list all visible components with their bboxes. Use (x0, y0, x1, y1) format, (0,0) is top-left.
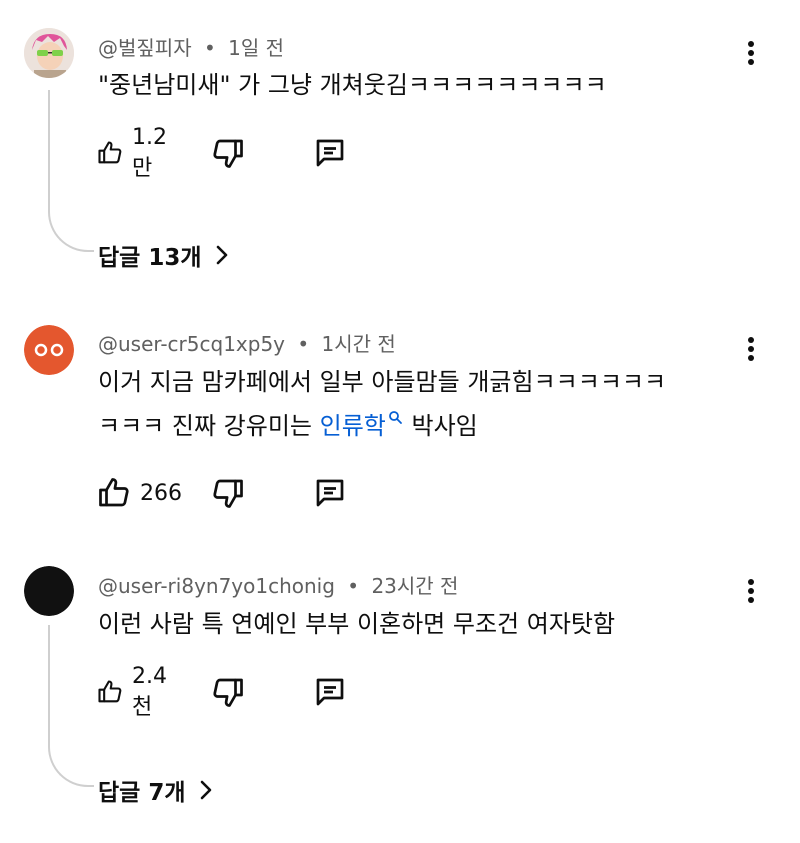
avatar[interactable] (24, 28, 74, 78)
comment-text-line-1: 이거 지금 맘카페에서 일부 아들맘들 개긁힘ㅋㅋㅋㅋㅋㅋ (98, 368, 667, 396)
replies-label: 답글 7개 (98, 780, 186, 806)
more-options-button[interactable] (738, 334, 764, 364)
reply-icon (316, 678, 344, 706)
like-button[interactable]: 2.4천 (96, 664, 175, 720)
comment-time[interactable]: 23시간 전 (371, 574, 458, 598)
meta-separator: • (297, 332, 310, 356)
comment-text: 이런 사람 특 연예인 부부 이혼하면 무조건 여자탓함 (98, 610, 616, 638)
reply-button[interactable] (312, 672, 348, 712)
replies-toggle[interactable]: 답글 7개 (98, 773, 214, 807)
author-name[interactable]: @벌짚피자 (98, 36, 192, 60)
dislike-button[interactable] (210, 473, 246, 513)
more-options-button[interactable] (738, 38, 764, 68)
reply-button[interactable] (312, 473, 348, 513)
chevron-right-icon (200, 780, 211, 800)
like-count: 2.4천 (132, 663, 168, 720)
dislike-icon (213, 479, 243, 508)
avatar[interactable] (24, 325, 74, 375)
more-vert-icon (748, 41, 754, 47)
like-button[interactable]: 266 (96, 473, 182, 513)
meta-separator: • (203, 36, 216, 60)
dislike-button[interactable] (210, 672, 246, 712)
author-name[interactable]: @user-cr5cq1xp5y (98, 332, 285, 356)
more-options-button[interactable] (738, 576, 764, 606)
dislike-icon (213, 139, 243, 168)
thread-line (48, 90, 94, 252)
reply-icon (316, 139, 344, 167)
like-count: 1.2만 (132, 124, 168, 181)
reply-icon (316, 479, 344, 507)
chevron-right-icon (216, 245, 227, 265)
more-vert-icon (748, 579, 754, 585)
comment-time[interactable]: 1시간 전 (322, 332, 396, 356)
author-name[interactable]: @user-ri8yn7yo1chonig (98, 574, 335, 598)
comment-text-line-2: ㅋㅋㅋ 진짜 강유미는 인류학 박사임 (98, 405, 478, 447)
avatar[interactable] (24, 566, 74, 616)
like-icon (99, 478, 129, 507)
reply-button[interactable] (312, 133, 348, 173)
search-icon (388, 411, 402, 424)
dislike-button[interactable] (210, 133, 246, 173)
text-segment: 박사임 (403, 412, 478, 440)
replies-toggle[interactable]: 답글 13개 (98, 238, 230, 272)
comment-time[interactable]: 1일 전 (228, 36, 284, 60)
like-button[interactable]: 1.2만 (96, 125, 175, 181)
comment-meta: @user-ri8yn7yo1chonig • 23시간 전 (98, 570, 458, 599)
comment-meta: @user-cr5cq1xp5y • 1시간 전 (98, 328, 396, 357)
like-icon (98, 680, 122, 703)
search-link-label: 인류학 (319, 412, 386, 440)
like-count: 266 (140, 480, 182, 506)
comment-text: "중년남미새" 가 그냥 개쳐웃김ㅋㅋㅋㅋㅋㅋㅋㅋㅋ (98, 71, 607, 99)
thread-line (48, 625, 94, 787)
meta-separator: • (347, 574, 360, 598)
dislike-icon (213, 678, 243, 707)
like-icon (98, 141, 122, 164)
text-segment: ㅋㅋㅋ 진짜 강유미는 (98, 412, 320, 440)
more-vert-icon (748, 337, 754, 343)
replies-label: 답글 13개 (98, 245, 202, 271)
search-link[interactable]: 인류학 (319, 411, 404, 440)
comment-meta: @벌짚피자 • 1일 전 (98, 32, 284, 61)
